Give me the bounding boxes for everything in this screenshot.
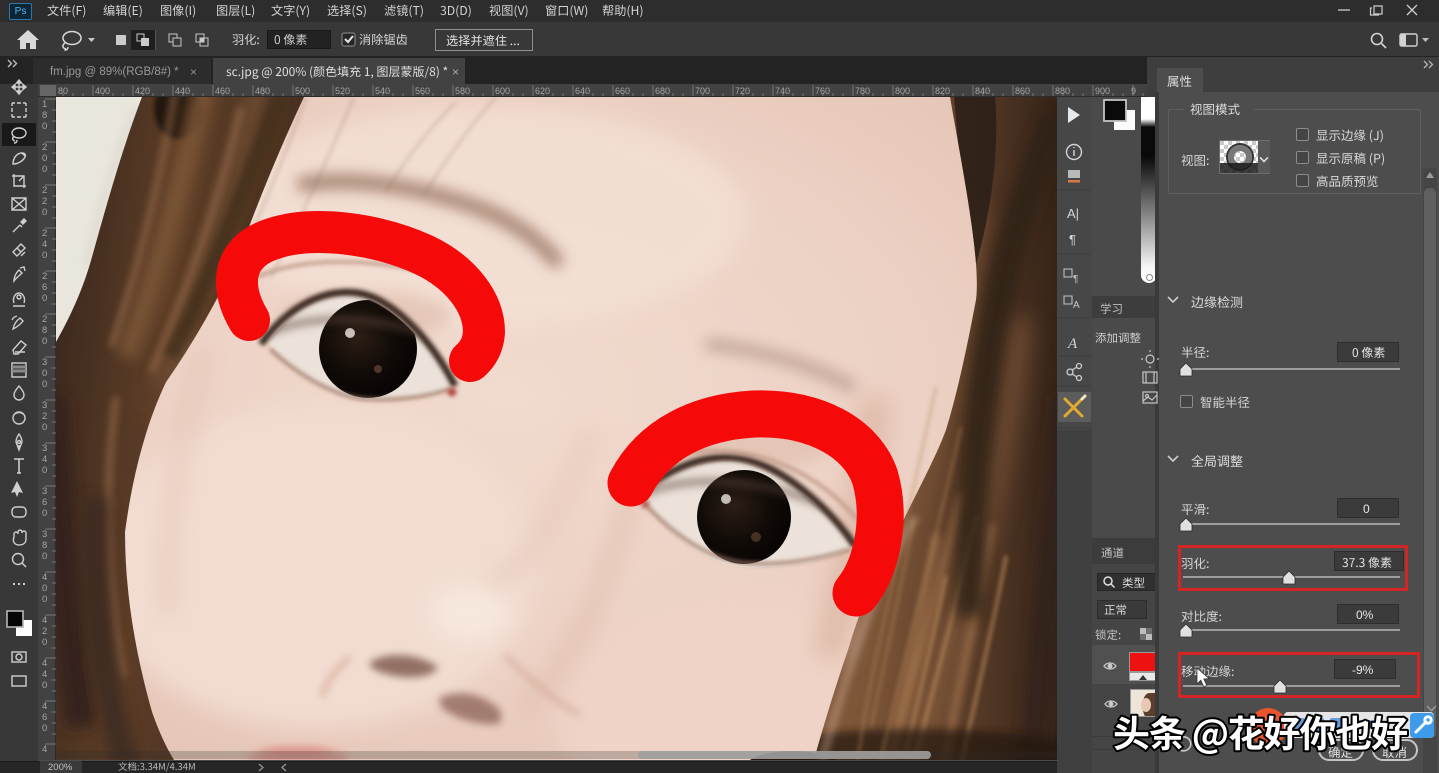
svg-text:2: 2 <box>42 411 47 422</box>
svg-text:0: 0 <box>42 637 47 648</box>
svg-text:2: 2 <box>42 271 47 282</box>
svg-text:4: 4 <box>42 658 47 669</box>
svg-text:×: × <box>190 65 197 79</box>
svg-text:¶: ¶ <box>1069 232 1076 247</box>
svg-text:6: 6 <box>42 712 47 723</box>
svg-text:460: 460 <box>215 86 230 96</box>
svg-text:760: 760 <box>815 86 830 96</box>
svg-text:4: 4 <box>42 572 47 583</box>
svg-text:640: 640 <box>575 86 590 96</box>
svg-text:560: 560 <box>415 86 430 96</box>
svg-text:0: 0 <box>42 680 47 691</box>
svg-text:4: 4 <box>42 454 47 465</box>
svg-text:700: 700 <box>695 86 710 96</box>
svg-text:0: 0 <box>42 368 47 379</box>
svg-text:200%: 200% <box>48 762 73 773</box>
svg-text:2: 2 <box>42 185 47 196</box>
svg-text:0: 0 <box>42 164 47 175</box>
svg-text:0: 0 <box>42 723 47 734</box>
svg-text:4: 4 <box>42 669 47 680</box>
svg-text:3: 3 <box>42 400 47 411</box>
svg-text:0: 0 <box>42 583 47 594</box>
svg-text:2: 2 <box>42 314 47 325</box>
svg-text:3: 3 <box>42 529 47 540</box>
svg-text:2: 2 <box>42 142 47 153</box>
svg-text:8: 8 <box>42 110 47 121</box>
svg-text:440: 440 <box>175 86 190 96</box>
svg-text:500: 500 <box>295 86 310 96</box>
svg-text:420: 420 <box>135 86 150 96</box>
svg-text:4: 4 <box>42 701 47 712</box>
svg-text:540: 540 <box>375 86 390 96</box>
svg-text:fm.jpg @ 89%(RGB/8#) *: fm.jpg @ 89%(RGB/8#) * <box>50 66 179 78</box>
svg-text:820: 820 <box>935 86 950 96</box>
svg-text:6: 6 <box>42 497 47 508</box>
svg-text:6: 6 <box>42 282 47 293</box>
svg-text:4: 4 <box>42 239 47 250</box>
svg-text:8: 8 <box>42 540 47 551</box>
svg-text:600: 600 <box>495 86 510 96</box>
svg-text:0: 0 <box>42 250 47 261</box>
svg-text:480: 480 <box>255 86 270 96</box>
svg-text:780: 780 <box>855 86 870 96</box>
svg-text:0: 0 <box>42 379 47 390</box>
svg-text:4: 4 <box>42 744 47 755</box>
svg-text:1: 1 <box>42 99 47 110</box>
svg-text:0: 0 <box>1363 502 1370 516</box>
svg-text:3: 3 <box>42 443 47 454</box>
svg-text:900: 900 <box>1095 86 1110 96</box>
svg-text:×: × <box>452 65 459 79</box>
svg-text:0: 0 <box>42 551 47 562</box>
svg-text:720: 720 <box>735 86 750 96</box>
svg-text:740: 740 <box>775 86 790 96</box>
svg-text:3: 3 <box>42 357 47 368</box>
svg-text:80: 80 <box>58 86 68 96</box>
svg-text:-9%: -9% <box>1352 663 1374 677</box>
svg-text:0: 0 <box>42 121 47 132</box>
svg-text:8: 8 <box>42 325 47 336</box>
svg-text:2: 2 <box>42 228 47 239</box>
svg-text:0: 0 <box>42 508 47 519</box>
svg-text:0: 0 <box>42 153 47 164</box>
svg-text:A|: A| <box>1067 206 1079 221</box>
svg-text:0: 0 <box>42 336 47 347</box>
svg-text:3: 3 <box>42 486 47 497</box>
svg-text:4: 4 <box>42 615 47 626</box>
svg-text:620: 620 <box>535 86 550 96</box>
svg-text:0%: 0% <box>1356 608 1374 622</box>
svg-text:9: 9 <box>1131 86 1136 96</box>
svg-text:400: 400 <box>95 86 110 96</box>
svg-text:880: 880 <box>1055 86 1070 96</box>
svg-text:¶: ¶ <box>1073 274 1078 285</box>
svg-text:A: A <box>1067 336 1078 352</box>
svg-text:860: 860 <box>1015 86 1030 96</box>
svg-text:0: 0 <box>42 293 47 304</box>
svg-text:0: 0 <box>42 465 47 476</box>
svg-text:2: 2 <box>42 196 47 207</box>
svg-text:800: 800 <box>895 86 910 96</box>
svg-text:0: 0 <box>42 594 47 605</box>
svg-text:660: 660 <box>615 86 630 96</box>
svg-text:0: 0 <box>42 422 47 433</box>
svg-text:A: A <box>1073 300 1080 311</box>
svg-text:0: 0 <box>42 207 47 218</box>
svg-text:2: 2 <box>42 626 47 637</box>
svg-text:580: 580 <box>455 86 470 96</box>
svg-text:680: 680 <box>655 86 670 96</box>
svg-text:520: 520 <box>335 86 350 96</box>
svg-text:840: 840 <box>975 86 990 96</box>
